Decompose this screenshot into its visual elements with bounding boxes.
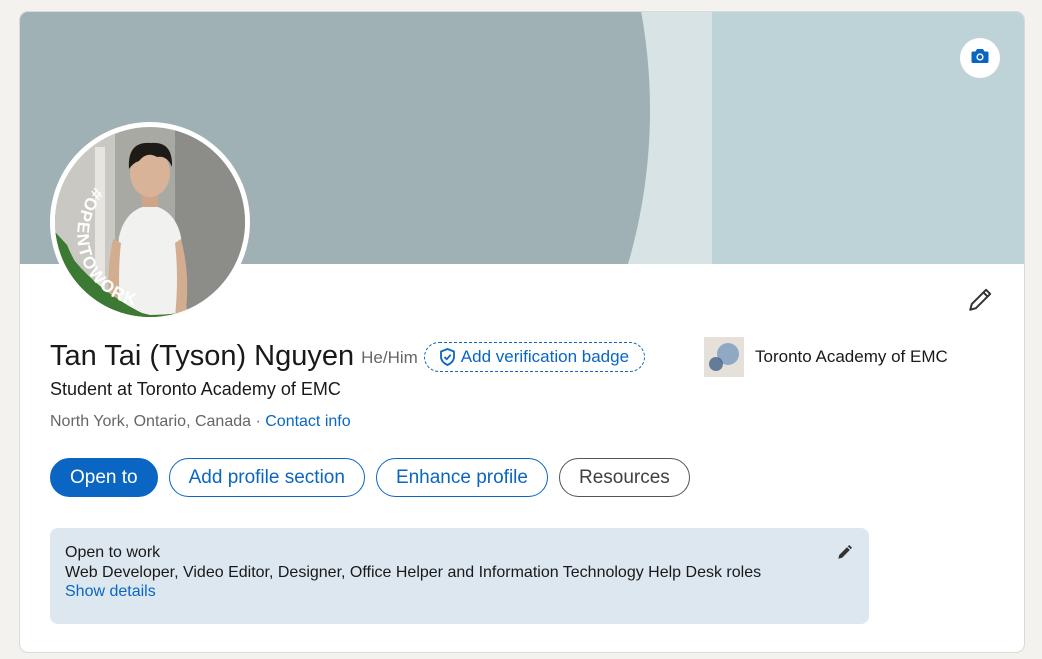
open-to-work-card: Open to work Web Developer, Video Editor… (50, 528, 869, 624)
open-to-button[interactable]: Open to (50, 458, 158, 497)
shield-check-icon (439, 347, 455, 366)
show-details-link[interactable]: Show details (65, 583, 156, 601)
profile-actions: Open to Add profile section Enhance prof… (50, 458, 701, 497)
location: North York, Ontario, Canada (50, 413, 252, 430)
avatar: #OPENTOWORK (55, 127, 245, 317)
pronouns: He/Him (361, 347, 418, 367)
company-logo (704, 337, 744, 377)
profile-name: Tan Tai (Tyson) Nguyen (50, 340, 355, 372)
enhance-profile-button[interactable]: Enhance profile (375, 458, 548, 497)
edit-open-to-work-button[interactable] (833, 542, 857, 566)
add-verification-badge-button[interactable]: Add verification badge (423, 341, 646, 372)
verify-badge-label: Add verification badge (460, 346, 630, 366)
company-name: Toronto Academy of EMC (755, 347, 948, 366)
profile-photo[interactable]: #OPENTOWORK (50, 122, 250, 322)
pencil-icon (967, 287, 993, 318)
profile-headline: Student at Toronto Academy of EMC (50, 379, 341, 399)
edit-intro-button[interactable] (962, 284, 998, 320)
profile-card: #OPENTOWORK Tan Tai (Tyson) Nguyen He/Hi… (19, 11, 1025, 653)
add-profile-section-button[interactable]: Add profile section (168, 458, 365, 497)
name-row: Tan Tai (Tyson) Nguyen He/Him Add verifi… (50, 340, 646, 373)
edit-banner-button[interactable] (960, 38, 1000, 78)
open-to-work-title: Open to work (65, 544, 161, 561)
resources-button[interactable]: Resources (558, 458, 690, 497)
camera-icon (971, 48, 989, 69)
current-company[interactable]: Toronto Academy of EMC (704, 337, 948, 377)
contact-info-link[interactable]: Contact info (265, 413, 350, 430)
open-to-work-roles: Web Developer, Video Editor, Designer, O… (65, 564, 762, 581)
location-row: North York, Ontario, Canada · Contact in… (50, 413, 351, 431)
pencil-icon (836, 543, 854, 566)
location-separator: · (251, 413, 266, 430)
